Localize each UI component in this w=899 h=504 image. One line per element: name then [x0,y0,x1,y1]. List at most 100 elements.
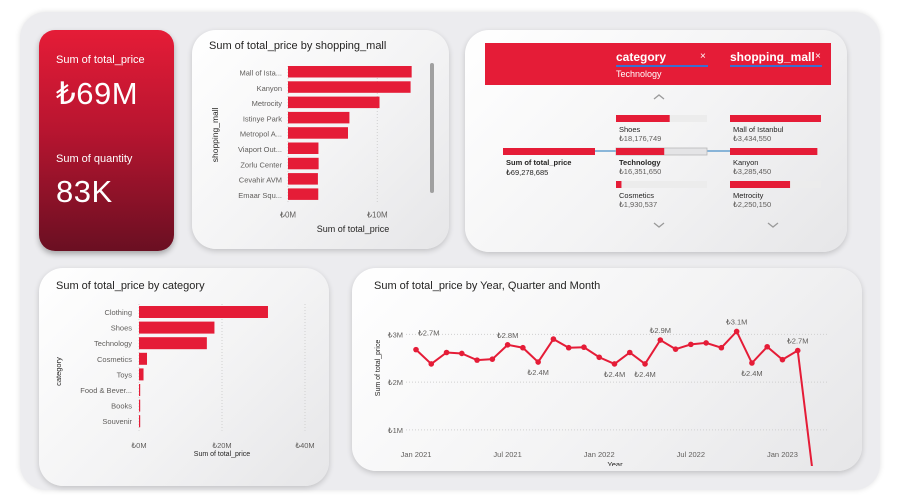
tree-field-category-underline [616,65,708,67]
trend-data-label: ₺2.9M [650,326,671,335]
mall-bar-chart[interactable]: ₺0M ₺10M Mall of Ista... Kanyon Metrocity Ist… [192,58,449,248]
trend-x-tick: Jul 2021 [493,450,521,459]
category-y-tick: Food & Bever... [80,386,132,395]
trend-point[interactable] [657,337,664,343]
trend-point[interactable] [565,344,572,351]
mall-y-tick: Metropol A... [240,130,282,139]
trend-point[interactable] [794,347,801,354]
category-bar[interactable] [139,384,141,396]
tree-root-label: Sum of total_price [506,158,571,167]
mall-bar[interactable] [288,173,318,185]
trend-chart-title: Sum of total_price by Year, Quarter and … [374,280,601,292]
trend-data-label: ₺2.7M [418,329,439,338]
category-y-axis-label: category [54,357,63,386]
category-bar[interactable] [139,368,144,381]
kpi-card[interactable]: Sum of total_price ₺69M Sum of quantity … [39,30,174,251]
category-bar[interactable] [139,399,141,412]
tree-remove-category-icon[interactable]: × [700,51,706,62]
mall-bar[interactable] [288,66,412,78]
tree-category-bar [616,148,665,155]
trend-point[interactable] [642,361,648,367]
trend-x-tick: Jan 2021 [401,450,432,459]
kpi-quantity-label: Sum of quantity [56,153,133,165]
scroll-up-icon[interactable] [653,94,665,100]
scroll-down-icon[interactable] [767,222,779,228]
trend-point[interactable] [718,344,725,351]
category-bar[interactable] [139,337,207,350]
trend-point[interactable] [550,336,557,342]
mall-bar[interactable] [288,142,319,155]
trend-point[interactable] [596,354,603,361]
mall-y-tick: Viaport Out... [238,145,282,154]
trend-line [415,329,813,466]
category-y-tick: Shoes [111,324,133,333]
tree-category-bar [616,115,670,122]
trend-point[interactable] [474,357,480,363]
trend-point[interactable] [733,328,740,335]
tree-mall-name: Mall of Istanbul [733,125,784,134]
mall-bar[interactable] [288,111,350,124]
trend-data-label: ₺3.1M [726,317,747,326]
tree-category-node[interactable] [616,181,707,188]
tree-category-value: ₺16,351,650 [619,167,661,176]
category-y-tick: Toys [117,370,133,379]
trend-x-tick: Jan 2022 [584,450,615,459]
mall-y-tick: Kanyon [257,84,282,93]
trend-point[interactable] [672,346,679,352]
mall-x-tick: ₺0M [280,211,297,220]
mall-bar[interactable] [288,157,319,170]
category-y-tick: Books [111,402,132,411]
trend-point[interactable] [764,343,770,350]
tree-category-name: Shoes [619,125,641,134]
trend-point[interactable] [611,361,618,367]
trend-point[interactable] [535,359,541,365]
tree-root-value: ₺69,278,685 [506,168,548,177]
trend-point[interactable] [504,342,511,348]
mall-chart-title: Sum of total_price by shopping_mall [209,40,387,52]
mall-bar[interactable] [288,81,411,93]
trend-point[interactable] [443,349,450,356]
trend-line-chart[interactable]: ₺1M ₺2M ₺3M Jan 2021 Jul 2021 Jan 2022 Jul 202… [352,296,862,466]
tree-remove-mall-icon[interactable]: × [815,51,821,62]
tree-category-value: ₺18,176,749 [619,134,661,143]
trend-point[interactable] [581,344,587,351]
trend-point[interactable] [688,341,694,348]
trend-point[interactable] [489,356,496,362]
trend-x-tick: Jan 2023 [767,450,798,459]
decomposition-tree[interactable]: Sum of total_price₺69,278,685 Shoes₺18,17… [465,85,847,245]
mall-bar[interactable] [288,188,319,200]
scroll-down-icon[interactable] [653,222,665,228]
category-x-axis-label: Sum of total_price [194,451,251,458]
trend-point[interactable] [459,350,465,357]
mall-bar[interactable] [288,96,380,109]
tree-field-category-value: Technology [616,69,662,79]
trend-point[interactable] [779,356,786,363]
mall-x-axis-label: Sum of total_price [317,224,390,234]
trend-data-label: ₺2.4M [634,370,655,379]
mall-y-axis-label: shopping_mall [210,107,220,162]
mall-y-tick: Metrocity [252,99,283,108]
trend-point[interactable] [749,360,755,366]
trend-data-label: ₺2.4M [741,369,762,378]
kpi-quantity-value: 83K [56,174,113,209]
trend-point[interactable] [520,344,526,351]
tree-field-shopping-mall[interactable]: shopping_mall [730,50,815,64]
category-bar[interactable] [139,321,215,334]
tree-mall-value: ₺2,250,150 [733,200,771,209]
mall-y-tick: Emaar Squ... [238,191,282,200]
mall-bar[interactable] [288,127,348,139]
mall-scrollbar[interactable] [430,63,434,193]
trend-point[interactable] [428,361,435,367]
mall-x-tick: ₺10M [367,211,388,220]
trend-point[interactable] [626,349,633,356]
trend-point[interactable] [413,346,419,353]
category-bar[interactable] [139,352,148,365]
kpi-price-label: Sum of total_price [56,54,145,66]
category-bar[interactable] [139,415,141,428]
category-x-tick: ₺20M [212,441,231,450]
trend-y-tick: ₺1M [388,426,403,435]
trend-point[interactable] [703,340,709,346]
category-bar-chart[interactable]: ₺0M ₺20M ₺40M Clothing Shoes Technology Cosmet… [39,296,329,466]
category-bar[interactable] [139,306,268,318]
tree-field-category[interactable]: category [616,50,666,64]
